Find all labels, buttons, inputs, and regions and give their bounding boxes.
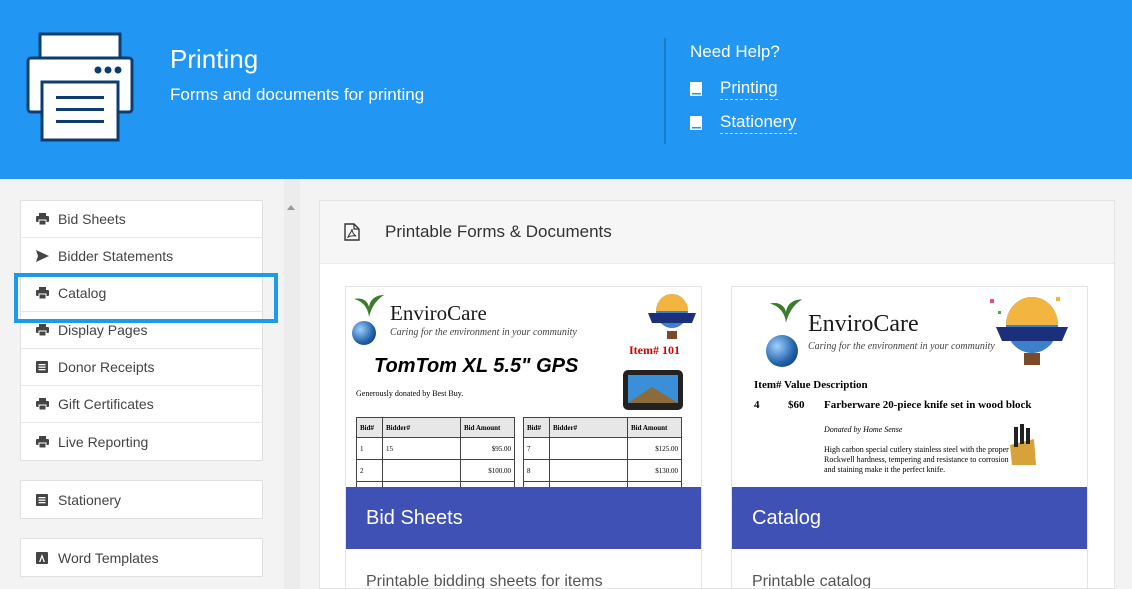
sidebar-item-label: Live Reporting bbox=[58, 433, 149, 450]
printer-icon bbox=[36, 213, 49, 225]
printer-icon bbox=[36, 324, 49, 336]
catalog-item-donor: Donated by Home Sense bbox=[824, 425, 903, 434]
donated-by: Generously donated by Best Buy. bbox=[356, 389, 464, 398]
globe-icon bbox=[766, 335, 798, 367]
sidebar-menu-printing: Bid Sheets Bidder Statements Catalog Dis… bbox=[14, 200, 278, 461]
catalog-column-headers: Item# Value Description bbox=[754, 379, 868, 391]
page-subtitle: Forms and documents for printing bbox=[170, 85, 425, 104]
balloon-logo-icon bbox=[990, 297, 1068, 365]
sidebar-item-label: Catalog bbox=[58, 285, 107, 301]
col-bid: Bid# bbox=[523, 417, 550, 438]
book-icon bbox=[690, 82, 702, 96]
word-icon bbox=[36, 551, 48, 564]
help-title: Need Help? bbox=[690, 42, 780, 61]
card-title[interactable]: Catalog bbox=[732, 487, 1087, 549]
printer-icon bbox=[36, 398, 49, 410]
catalog-item-value: $60 bbox=[788, 399, 805, 411]
pdf-file-icon bbox=[344, 223, 360, 241]
item-headline: TomTom XL 5.5" GPS bbox=[374, 355, 579, 377]
table-cell: 15 bbox=[382, 437, 461, 460]
sidebar-item-bidder-statements[interactable]: Bidder Statements bbox=[21, 238, 262, 275]
help-link-printing[interactable]: Printing bbox=[690, 78, 778, 100]
table-cell bbox=[549, 459, 628, 482]
catalog-item-desc: Farberware 20-piece knife set in wood bl… bbox=[824, 399, 1032, 411]
printer-icon bbox=[26, 32, 134, 142]
card-description: Printable bidding sheets for items bbox=[366, 573, 603, 589]
table-cell: 2 bbox=[356, 459, 383, 482]
help-link-stationery[interactable]: Stationery bbox=[690, 112, 797, 134]
item-number: Item# 101 bbox=[629, 343, 680, 357]
sidebar-menu-stationery: Stationery bbox=[20, 480, 263, 519]
leaf-logo-icon bbox=[354, 295, 384, 317]
brand-tagline: Caring for the environment in your commu… bbox=[808, 341, 995, 352]
panel-title: Printable Forms & Documents bbox=[385, 222, 612, 241]
col-amount: Bid Amount bbox=[460, 417, 515, 438]
sidebar-item-gift-certificates[interactable]: Gift Certificates bbox=[21, 386, 262, 423]
sidebar-item-label: Gift Certificates bbox=[58, 396, 154, 412]
sidebar-item-label: Stationery bbox=[58, 491, 122, 508]
printer-icon bbox=[36, 435, 49, 448]
bid-table-left: Bid# Bidder# Bid Amount 1 15 $95.00 2 $100.00 bbox=[356, 417, 515, 487]
brand-name: EnviroCare bbox=[390, 301, 487, 325]
knife-block-icon bbox=[1010, 424, 1036, 465]
sidebar-item-donor-receipts[interactable]: Donor Receipts bbox=[21, 349, 262, 386]
leaf-logo-icon bbox=[770, 299, 802, 323]
header-divider bbox=[664, 38, 666, 144]
sidebar-item-bid-sheets[interactable]: Bid Sheets bbox=[21, 201, 262, 238]
list-icon bbox=[36, 493, 48, 506]
sidebar-item-stationery[interactable]: Stationery bbox=[21, 481, 262, 518]
sidebar-item-word-templates[interactable]: Word Templates bbox=[21, 539, 262, 576]
globe-icon bbox=[352, 321, 376, 345]
brand-tagline: Caring for the environment in your commu… bbox=[390, 327, 577, 338]
sidebar-item-label: Bidder Statements bbox=[58, 248, 174, 264]
bid-table-right: Bid# Bidder# Bid Amount 7 $125.00 8 $130.00 bbox=[523, 417, 682, 487]
catalog-item-body: High carbon special cutlery stainless st… bbox=[824, 445, 1009, 474]
sidebar-item-label: Bid Sheets bbox=[58, 211, 126, 227]
gps-device-icon bbox=[623, 370, 683, 410]
brand-name: EnviroCare bbox=[808, 311, 919, 337]
sidebar-item-catalog[interactable]: Catalog bbox=[14, 273, 278, 323]
scroll-up-arrow-icon[interactable] bbox=[287, 205, 295, 210]
table-cell: $125.00 bbox=[627, 437, 682, 460]
col-bid: Bid# bbox=[356, 417, 383, 438]
sidebar-item-label: Display Pages bbox=[58, 322, 148, 338]
card-bid-sheets[interactable]: EnviroCare Caring for the environment in… bbox=[345, 286, 702, 589]
page-title: Printing bbox=[170, 44, 259, 74]
table-cell bbox=[549, 437, 628, 460]
help-link-label: Stationery bbox=[720, 112, 797, 134]
sidebar-menu-word-templates: Word Templates bbox=[20, 538, 263, 577]
table-cell: $130.00 bbox=[627, 459, 682, 482]
catalog-item-number: 4 bbox=[754, 399, 760, 411]
catalog-preview: EnviroCare Caring for the environment in… bbox=[732, 287, 1087, 487]
table-cell: 7 bbox=[523, 437, 550, 460]
page-header: Printing Forms and documents for printin… bbox=[0, 0, 1132, 179]
sidebar-item-label: Word Templates bbox=[58, 549, 159, 566]
list-icon bbox=[36, 361, 48, 373]
card-title[interactable]: Bid Sheets bbox=[346, 487, 701, 549]
table-cell bbox=[382, 459, 461, 482]
col-amount: Bid Amount bbox=[627, 417, 682, 438]
table-cell: 1 bbox=[356, 437, 383, 460]
card-catalog[interactable]: EnviroCare Caring for the environment in… bbox=[731, 286, 1088, 589]
printer-icon bbox=[36, 287, 49, 299]
balloon-logo-icon bbox=[648, 294, 696, 339]
col-bidder: Bidder# bbox=[382, 417, 461, 438]
col-bidder: Bidder# bbox=[549, 417, 628, 438]
panel-header: Printable Forms & Documents bbox=[320, 201, 1114, 264]
table-cell: $95.00 bbox=[460, 437, 515, 460]
table-cell: 8 bbox=[523, 459, 550, 482]
help-link-label: Printing bbox=[720, 78, 778, 100]
sidebar-item-label: Donor Receipts bbox=[58, 359, 155, 375]
sidebar-scrollbar[interactable] bbox=[284, 179, 300, 589]
bid-sheet-preview: EnviroCare Caring for the environment in… bbox=[346, 287, 701, 487]
send-icon bbox=[36, 250, 49, 262]
sidebar-item-live-reporting[interactable]: Live Reporting bbox=[21, 423, 262, 460]
table-cell: $100.00 bbox=[460, 459, 515, 482]
book-icon bbox=[690, 116, 702, 130]
card-description: Printable catalog bbox=[752, 573, 872, 589]
